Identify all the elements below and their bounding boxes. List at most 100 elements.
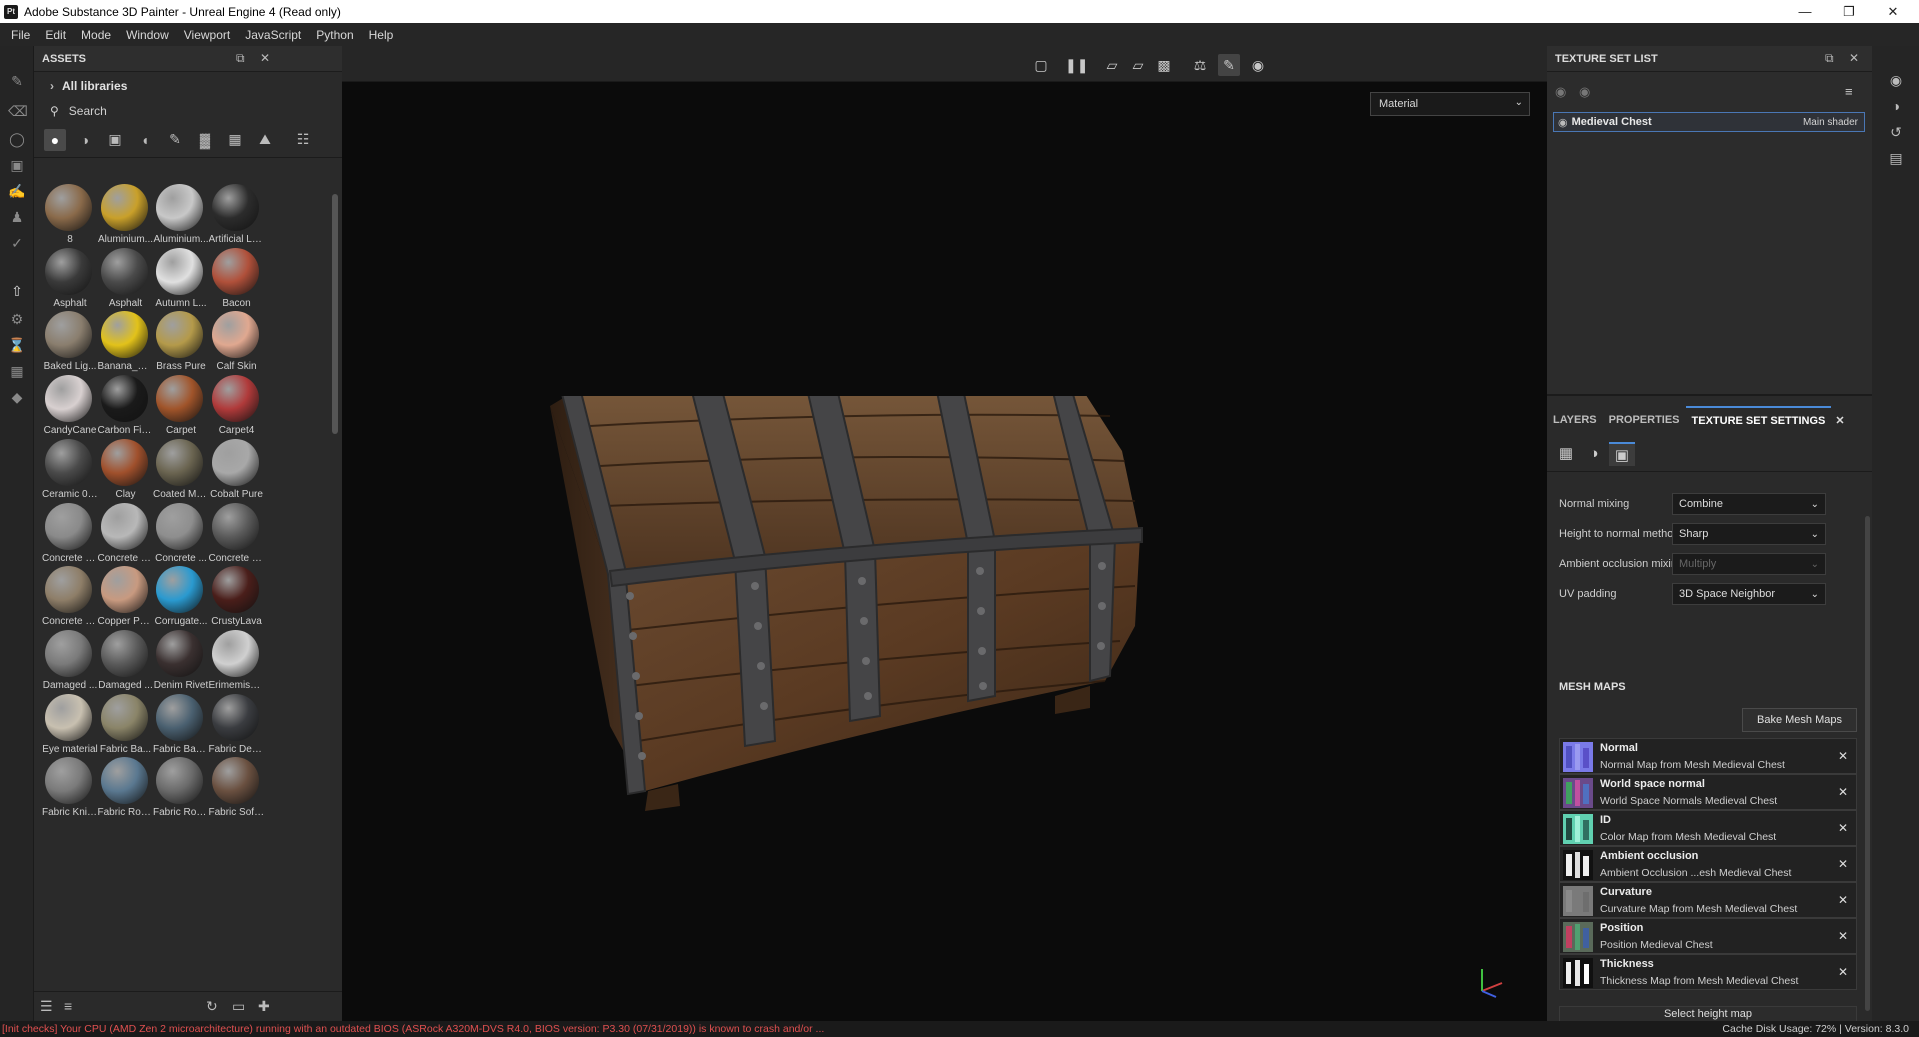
undock-icon[interactable]: ⧉: [236, 51, 245, 66]
restore-button[interactable]: ❐: [1827, 0, 1871, 23]
materials-filter-icon[interactable]: ●: [44, 128, 66, 151]
menu-file[interactable]: File: [11, 28, 30, 42]
tab-texture-set-settings[interactable]: TEXTURE SET SETTINGS: [1685, 406, 1832, 434]
close-panel-icon[interactable]: ✕: [1849, 51, 1859, 65]
hide-all-icon[interactable]: ◉: [1555, 84, 1566, 100]
shader-label[interactable]: Main shader: [1803, 117, 1858, 128]
bake-icon[interactable]: ⚙: [8, 310, 26, 328]
log-icon[interactable]: ▤: [1886, 148, 1906, 168]
ao-mixing-select: Multiply ⌄: [1672, 553, 1826, 575]
mesh-icon[interactable]: ▣: [1609, 442, 1635, 466]
undock-icon[interactable]: ⧉: [1825, 51, 1834, 66]
remove-map-icon[interactable]: ✕: [1838, 893, 1848, 907]
normal-mixing-select[interactable]: Combine ⌄: [1672, 493, 1826, 515]
menu-window[interactable]: Window: [126, 28, 169, 42]
mesh-map-curvature[interactable]: Curvature Curvature Map from Mesh Mediev…: [1559, 882, 1857, 918]
init-check-warning[interactable]: [Init checks] Your CPU (AMD Zen 2 microa…: [0, 1023, 824, 1035]
textures-filter-icon[interactable]: ▦: [224, 129, 246, 151]
minimize-button[interactable]: —: [1783, 0, 1827, 23]
sort-icon[interactable]: ≡: [64, 998, 72, 1014]
grid-view-icon[interactable]: ☷: [292, 129, 314, 151]
hourglass-icon[interactable]: ⌛: [8, 336, 26, 354]
generators-filter-icon[interactable]: ◖: [134, 129, 156, 151]
menu-edit[interactable]: Edit: [45, 28, 66, 42]
height-to-normal-select[interactable]: Sharp ⌄: [1672, 523, 1826, 545]
new-folder-icon[interactable]: ▭: [232, 998, 245, 1015]
shader-icon[interactable]: ◑: [1581, 442, 1607, 466]
symmetry-icon[interactable]: ⚖: [1189, 54, 1211, 76]
hide-ui-icon[interactable]: ▢: [1030, 54, 1052, 76]
export-icon[interactable]: ⇧: [8, 282, 26, 300]
remove-map-icon[interactable]: ✕: [1838, 821, 1848, 835]
3d-view-icon[interactable]: ▱: [1127, 54, 1149, 76]
tab-properties[interactable]: PROPERTIES: [1603, 414, 1686, 426]
clone-stamp-icon[interactable]: ♟: [8, 208, 26, 226]
paint-mode-icon[interactable]: ✎: [1218, 54, 1240, 76]
viewport-mode-select[interactable]: Material ⌄: [1370, 92, 1530, 116]
select-height-map-button[interactable]: Select height map: [1559, 1006, 1857, 1021]
texture-set-row[interactable]: ◉ Medieval Chest Main shader: [1553, 112, 1865, 132]
library-selector[interactable]: › All libraries: [34, 72, 342, 100]
history-icon[interactable]: ↺: [1886, 122, 1906, 142]
search-input[interactable]: Search: [69, 104, 107, 118]
asset-item[interactable]: Fabric Rou...: [153, 755, 209, 833]
mesh-map-id[interactable]: ID Color Map from Mesh Medieval Chest ✕: [1559, 810, 1857, 846]
bake-mesh-maps-button[interactable]: Bake Mesh Maps: [1742, 708, 1857, 732]
asset-item[interactable]: Fabric Soft...: [209, 755, 265, 833]
shader-settings-icon[interactable]: ◆: [8, 388, 26, 406]
eraser-icon[interactable]: ⌫: [8, 102, 28, 120]
list-view-icon[interactable]: ☰: [40, 998, 53, 1015]
viewport[interactable]: ▢ ❚❚ ▱ ▱ ▩ ⚖ ✎ ◉ Material ⌄: [342, 46, 1547, 1021]
color-picker-icon[interactable]: ✓: [8, 234, 26, 252]
settings-scrollbar[interactable]: [1865, 516, 1870, 1011]
masks-filter-icon[interactable]: ▣: [104, 129, 126, 151]
refresh-icon[interactable]: ↻: [206, 998, 218, 1015]
pause-icon[interactable]: ❚❚: [1065, 54, 1088, 76]
channels-icon[interactable]: ▦: [1553, 442, 1579, 466]
remove-map-icon[interactable]: ✕: [1838, 785, 1848, 799]
asset-item[interactable]: Fabric Rou...: [98, 755, 154, 833]
eye-icon[interactable]: ◉: [1558, 116, 1568, 129]
assets-scrollbar[interactable]: [332, 194, 338, 434]
paint-brush-icon[interactable]: ✎: [8, 72, 26, 90]
alphas-filter-icon[interactable]: ▓: [194, 129, 216, 151]
remove-map-icon[interactable]: ✕: [1838, 965, 1848, 979]
environments-filter-icon[interactable]: ⛰: [254, 129, 276, 151]
mesh-map-name: Position: [1600, 922, 1644, 934]
remove-map-icon[interactable]: ✕: [1838, 929, 1848, 943]
tab-layers[interactable]: LAYERS: [1547, 414, 1603, 426]
screenshot-icon[interactable]: ◉: [1247, 54, 1269, 76]
menu-mode[interactable]: Mode: [81, 28, 111, 42]
smudge-icon[interactable]: ✍: [8, 182, 26, 200]
close-tab-icon[interactable]: ✕: [1835, 414, 1844, 427]
asset-search[interactable]: ⚲ Search: [34, 100, 342, 122]
asset-item[interactable]: Fabric Knit...: [42, 755, 98, 833]
close-panel-icon[interactable]: ✕: [260, 51, 270, 65]
remove-map-icon[interactable]: ✕: [1838, 749, 1848, 763]
mesh-map-position[interactable]: Position Position Medieval Chest ✕: [1559, 918, 1857, 954]
shader-settings-icon[interactable]: ◑: [1886, 96, 1906, 116]
mesh-map-normal[interactable]: Normal Normal Map from Mesh Medieval Che…: [1559, 738, 1857, 774]
menu-javascript[interactable]: JavaScript: [245, 28, 301, 42]
close-window-button[interactable]: ✕: [1871, 0, 1915, 23]
uv-padding-select[interactable]: 3D Space Neighbor ⌄: [1672, 583, 1826, 605]
mesh-map-thickness[interactable]: Thickness Thickness Map from Mesh Mediev…: [1559, 954, 1857, 990]
mesh-map-ambient-occlusion[interactable]: Ambient occlusion Ambient Occlusion ...e…: [1559, 846, 1857, 882]
menu-viewport[interactable]: Viewport: [184, 28, 230, 42]
camera-icon[interactable]: ▩: [1153, 54, 1175, 76]
smart-materials-filter-icon[interactable]: ◑: [74, 129, 96, 151]
polygon-fill-icon[interactable]: ▣: [8, 156, 26, 174]
texture-set-list-icon[interactable]: ◉: [1886, 70, 1906, 90]
remove-map-icon[interactable]: ✕: [1838, 857, 1848, 871]
display-settings-icon[interactable]: ▦: [8, 362, 26, 380]
add-icon[interactable]: ✚: [258, 998, 270, 1015]
2d-view-icon[interactable]: ▱: [1101, 54, 1123, 76]
projection-icon[interactable]: ◯: [8, 130, 26, 148]
brushes-filter-icon[interactable]: ✎: [164, 129, 186, 151]
show-all-icon[interactable]: ◉: [1579, 84, 1590, 100]
curvature-map-thumbnail: [1563, 886, 1593, 916]
menu-help[interactable]: Help: [369, 28, 394, 42]
mesh-map-world-space-normal[interactable]: World space normal World Space Normals M…: [1559, 774, 1857, 810]
menu-python[interactable]: Python: [316, 28, 353, 42]
settings-menu-icon[interactable]: ≡: [1845, 84, 1853, 99]
